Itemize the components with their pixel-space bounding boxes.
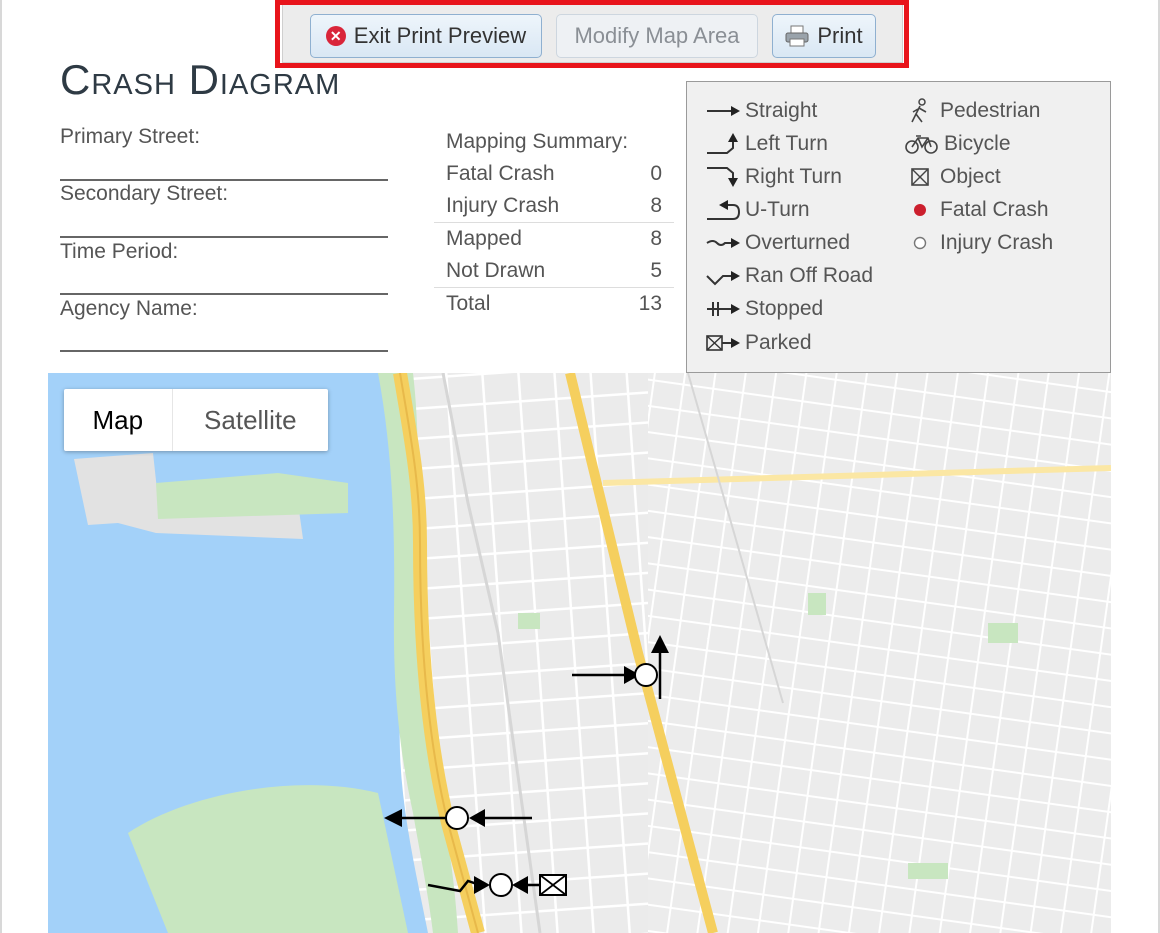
legend-label: Bicycle: [944, 132, 1011, 155]
legend-overturned: Overturned: [705, 228, 850, 258]
summary-label: Total: [446, 292, 491, 315]
straight-icon: [707, 106, 740, 116]
legend-panel: Straight Left Turn Right Turn U-Turn Ove…: [686, 81, 1111, 373]
legend-label: Right Turn: [745, 165, 842, 188]
legend-injury-crash: Injury Crash: [904, 228, 1053, 258]
primary-street-label: Primary Street:: [60, 125, 201, 148]
object-icon: [911, 168, 929, 186]
summary-label: Mapped: [446, 227, 522, 250]
legend-label: Stopped: [745, 297, 824, 320]
map-type-control: Map Satellite: [64, 389, 328, 451]
legend-label: Overturned: [745, 231, 851, 254]
agency-name-label: Agency Name:: [60, 297, 198, 320]
summary-label: Not Drawn: [446, 259, 546, 282]
legend-object: Object: [904, 162, 1001, 192]
injury-crash-dot-icon: [913, 236, 927, 250]
summary-row-not-drawn: Not Drawn 5: [434, 255, 674, 287]
legend-label: U-Turn: [745, 198, 810, 221]
summary-value: 0: [650, 162, 662, 185]
highlight-box: [275, 0, 909, 68]
primary-street-field[interactable]: [60, 179, 388, 181]
legend-parked: Parked: [705, 328, 812, 358]
summary-row-fatal: Fatal Crash 0: [434, 158, 674, 190]
agency-name-field[interactable]: [60, 350, 388, 352]
legend-u-turn: U-Turn: [705, 195, 810, 225]
legend-label: Injury Crash: [940, 231, 1054, 254]
summary-value: 5: [650, 259, 662, 282]
u-turn-icon: [707, 200, 741, 220]
summary-value: 13: [638, 292, 662, 315]
page-frame-left: [0, 0, 2, 933]
summary-row-mapped: Mapped 8: [434, 222, 674, 255]
summary-value: 8: [650, 194, 662, 217]
pedestrian-icon: [911, 98, 927, 123]
map-type-map-button[interactable]: Map: [64, 389, 173, 451]
legend-label: Fatal Crash: [940, 198, 1049, 221]
parked-icon: [706, 335, 740, 351]
summary-heading: Mapping Summary:: [446, 130, 629, 153]
summary-row-total: Total 13: [434, 287, 674, 320]
legend-label: Straight: [745, 99, 818, 122]
map-type-satellite-button[interactable]: Satellite: [173, 389, 328, 451]
fatal-crash-dot-icon: [914, 204, 926, 216]
legend-ran-off-road: Ran Off Road: [705, 261, 873, 291]
summary-value: 8: [650, 227, 662, 250]
secondary-street-label: Secondary Street:: [60, 182, 229, 205]
summary-row-injury: Injury Crash 8: [434, 190, 674, 222]
mapping-summary: Mapping Summary: Fatal Crash 0 Injury Cra…: [434, 126, 674, 320]
legend-bicycle: Bicycle: [904, 129, 1011, 159]
time-period-field[interactable]: [60, 293, 388, 295]
map-tiles[interactable]: [48, 373, 1111, 933]
right-turn-icon: [707, 167, 738, 187]
legend-left-turn: Left Turn: [705, 129, 828, 159]
stopped-icon: [707, 302, 740, 316]
legend-right-turn: Right Turn: [705, 162, 842, 192]
legend-stopped: Stopped: [705, 294, 823, 324]
summary-label: Injury Crash: [446, 194, 560, 217]
legend-label: Left Turn: [745, 132, 828, 155]
bicycle-icon: [905, 135, 938, 154]
summary-label: Fatal Crash: [446, 162, 555, 185]
left-turn-icon: [707, 133, 738, 154]
secondary-street-field[interactable]: [60, 236, 388, 238]
legend-label: Parked: [745, 331, 812, 354]
legend-pedestrian: Pedestrian: [904, 96, 1040, 126]
legend-label: Pedestrian: [940, 99, 1041, 122]
legend-label: Object: [940, 165, 1001, 188]
time-period-label: Time Period:: [60, 240, 179, 263]
overturned-icon: [706, 238, 740, 248]
map-canvas[interactable]: [48, 373, 1111, 933]
legend-straight: Straight: [705, 96, 817, 126]
legend-fatal-crash: Fatal Crash: [904, 195, 1049, 225]
legend-label: Ran Off Road: [745, 264, 874, 287]
ran-off-road-icon: [706, 271, 740, 286]
